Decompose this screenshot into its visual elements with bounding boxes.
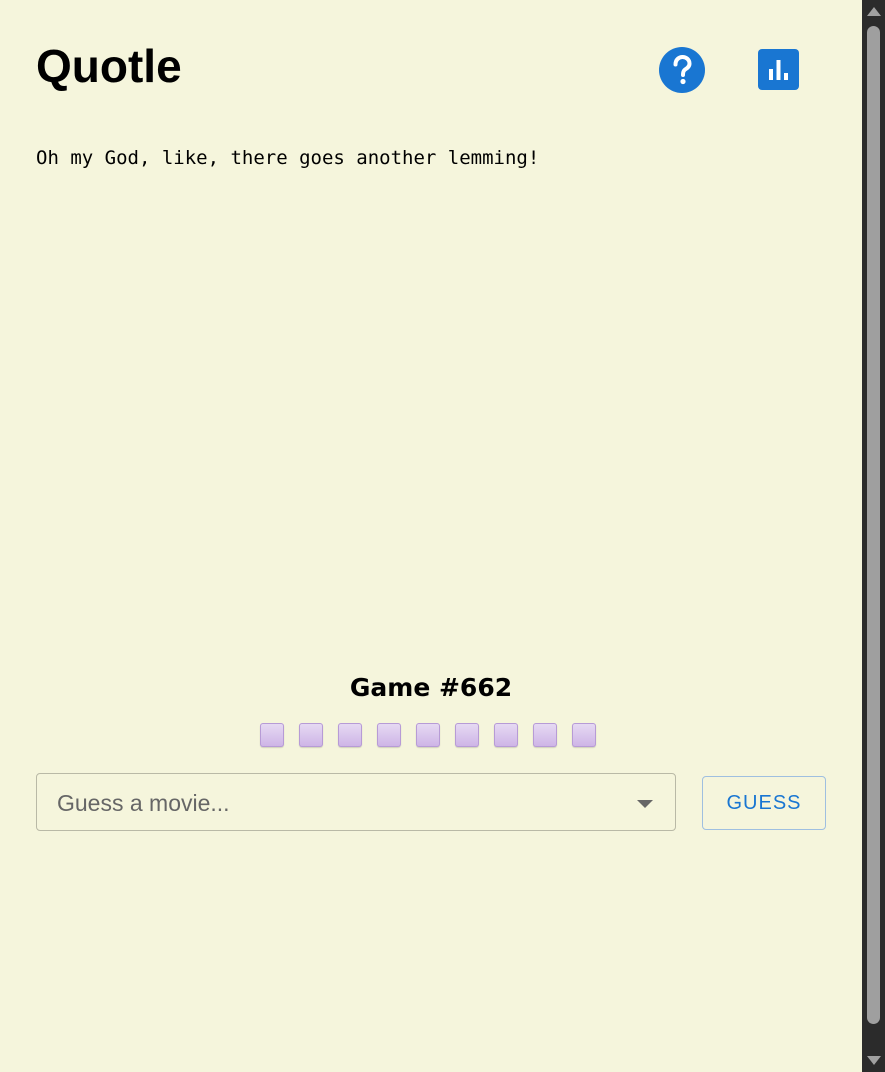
scrollbar-thumb[interactable] bbox=[867, 26, 880, 1024]
guess-square bbox=[260, 723, 284, 747]
dropdown-arrow-icon[interactable] bbox=[637, 800, 653, 808]
main-content: Quotle Oh my God, like, there goes anoth… bbox=[0, 0, 862, 1072]
vertical-scrollbar[interactable] bbox=[862, 0, 885, 1072]
stats-button[interactable] bbox=[758, 49, 799, 90]
guess-square bbox=[338, 723, 362, 747]
scroll-up-arrow-icon[interactable] bbox=[867, 7, 881, 16]
guess-square bbox=[299, 723, 323, 747]
guess-square bbox=[494, 723, 518, 747]
bar-chart-icon bbox=[769, 60, 788, 80]
movie-search-input[interactable]: Guess a movie... bbox=[36, 773, 676, 831]
game-number: Game #662 bbox=[349, 673, 513, 702]
guess-square bbox=[533, 723, 557, 747]
question-mark-circle-icon bbox=[673, 54, 692, 85]
page: Quotle Oh my God, like, there goes anoth… bbox=[0, 0, 885, 1072]
app-title: Quotle bbox=[36, 40, 182, 92]
movie-search-placeholder: Guess a movie... bbox=[57, 790, 230, 816]
guess-square bbox=[455, 723, 479, 747]
guess-button[interactable]: GUESS bbox=[702, 776, 826, 830]
guess-square bbox=[416, 723, 440, 747]
scroll-down-arrow-icon[interactable] bbox=[867, 1056, 881, 1065]
guess-square bbox=[377, 723, 401, 747]
guess-indicator-row bbox=[260, 723, 596, 747]
help-button[interactable] bbox=[659, 47, 705, 93]
quote-text: Oh my God, like, there goes another lemm… bbox=[36, 147, 540, 169]
guess-square bbox=[572, 723, 596, 747]
